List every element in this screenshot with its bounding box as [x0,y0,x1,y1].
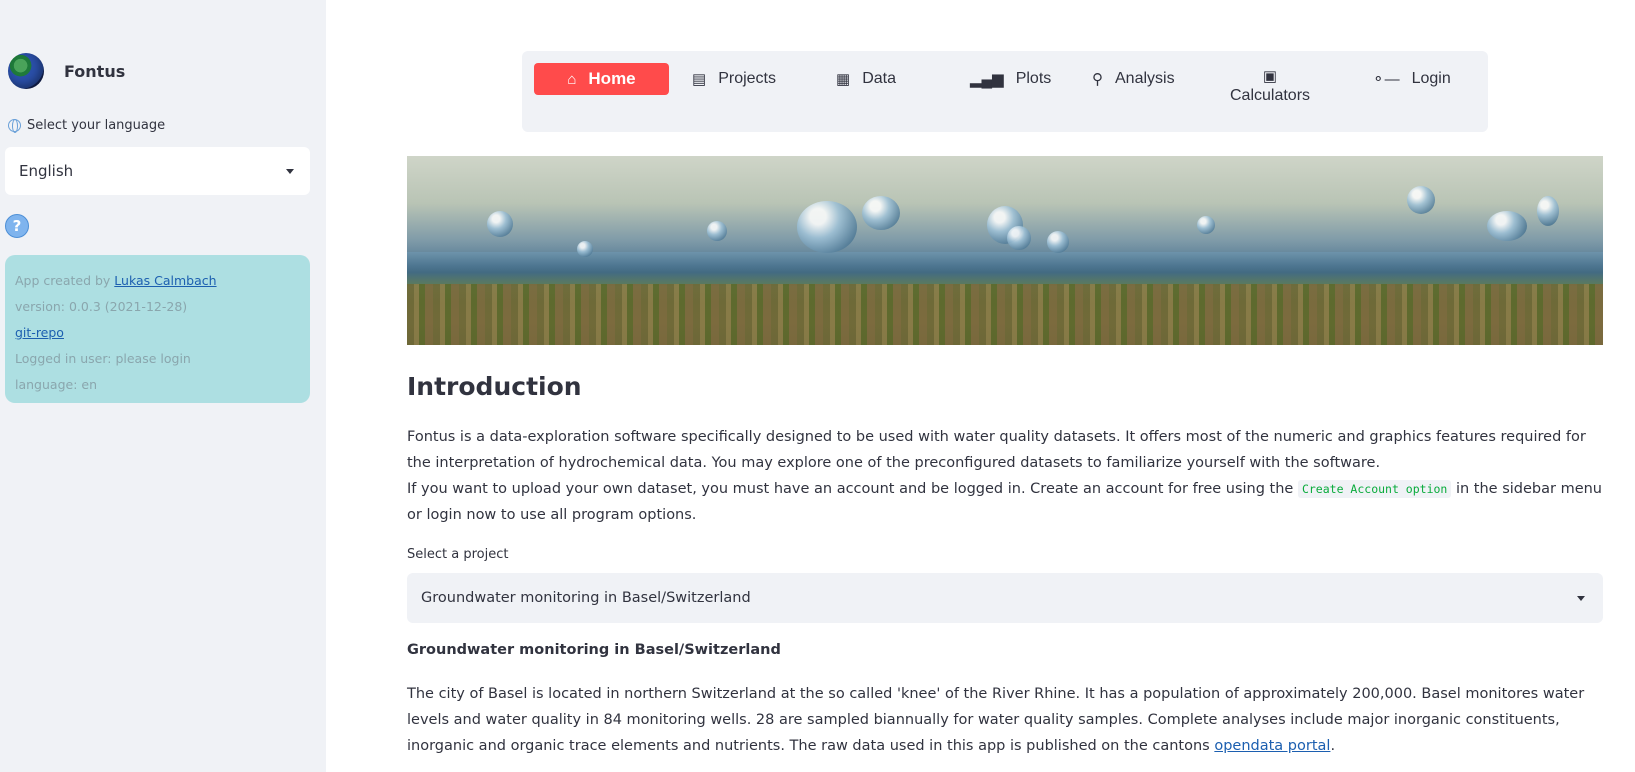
nav-plots[interactable]: ▂▄▆ Plots [970,63,1051,95]
nav-projects-label: Projects [718,70,776,87]
help-icon[interactable]: ? [5,214,29,238]
chevron-down-icon [286,168,294,174]
home-icon: ⌂ [567,70,577,88]
chevron-down-icon [1577,595,1585,601]
project-heading: Groundwater monitoring in Basel/Switzerl… [407,642,781,658]
version-text: version: 0.0.3 (2021-12-28) [15,299,188,314]
language-label-text: Select your language [27,118,166,133]
project-description: The city of Basel is located in northern… [407,686,1585,754]
page-title: Introduction [407,372,582,401]
app-brand: Fontus [8,53,125,89]
project-select-value: Groundwater monitoring in Basel/Switzerl… [421,590,751,606]
intro-text-1: Fontus is a data-exploration software sp… [407,429,1586,471]
nav-analysis-label: Analysis [1115,70,1175,87]
created-by-line: App created by Lukas Calmbach [15,268,300,294]
language-text: language: en [15,377,97,392]
opendata-portal-link[interactable]: opendata portal [1214,738,1330,754]
search-icon: ⚲ [1092,71,1103,88]
author-link[interactable]: Lukas Calmbach [114,273,216,288]
nav-projects[interactable]: ▤ Projects [692,63,776,95]
nav-home[interactable]: ⌂ Home [534,63,669,95]
git-repo-link[interactable]: git-repo [15,325,64,340]
create-account-code: Create Account option [1297,480,1452,498]
nav-data-label: Data [862,70,896,87]
project-select[interactable]: Groundwater monitoring in Basel/Switzerl… [407,573,1603,623]
app-info-box: App created by Lukas Calmbach version: 0… [5,255,310,403]
nav-calculators[interactable]: ▣ Calculators [1230,67,1310,105]
nav-data[interactable]: ▦ Data [836,63,896,95]
sidebar: Fontus Select your language English ? Ap… [0,0,326,772]
created-by-text: App created by [15,273,115,288]
water-splash-banner-image [407,156,1603,345]
document-icon: ▤ [692,71,707,88]
language-select-value: English [19,162,74,180]
nav-calculators-label: Calculators [1230,87,1311,104]
logged-in-user-text: Logged in user: please login [15,351,191,366]
globe-icon [8,119,21,133]
nav-analysis[interactable]: ⚲ Analysis [1092,63,1175,95]
table-icon: ▦ [836,71,851,88]
select-project-label: Select a project [407,547,509,562]
globe-logo-icon [8,53,44,89]
intro-text-2: If you want to upload your own dataset, … [407,480,1602,523]
calculator-icon: ▣ [1262,68,1278,85]
nav-login[interactable]: ⚬— Login [1372,63,1451,95]
app-name: Fontus [64,61,126,81]
key-icon: ⚬— [1372,71,1400,88]
top-navbar: ⌂ Home ▤ Projects ▦ Data ▂▄▆ Plots ⚲ Ana… [522,51,1488,132]
nav-login-label: Login [1411,70,1451,87]
intro-paragraph: Fontus is a data-exploration software sp… [407,424,1607,528]
nav-plots-label: Plots [1015,70,1052,87]
nav-home-label: Home [588,69,636,88]
language-select[interactable]: English [5,147,310,195]
language-label: Select your language [8,118,165,133]
bar-chart-icon: ▂▄▆ [970,71,1004,88]
